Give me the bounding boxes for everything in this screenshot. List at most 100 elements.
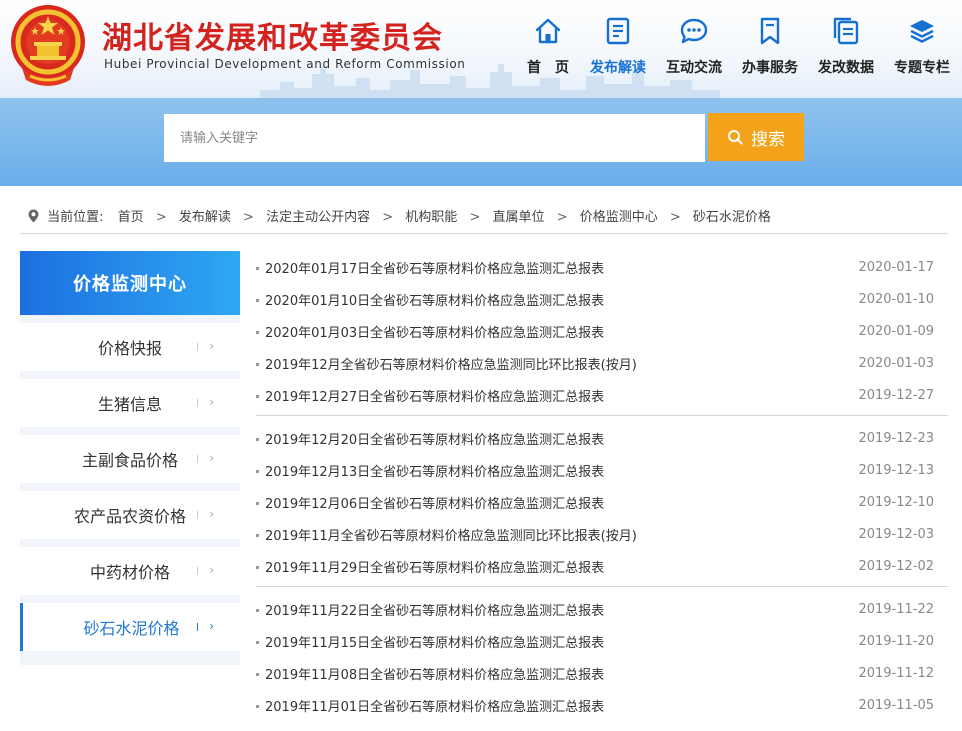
list-item-date: 2019-12-10 <box>858 494 934 510</box>
search-input[interactable] <box>164 114 705 162</box>
list-item[interactable]: 2019年12月全省砂石等原材料价格应急监测同比环比报表(按月) 2020-01… <box>256 347 948 379</box>
list-item-date: 2020-01-03 <box>858 355 934 371</box>
list-item[interactable]: 2019年11月15日全省砂石等原材料价格应急监测汇总报表 2019-11-20 <box>256 625 948 657</box>
nav-item-interaction[interactable]: 互动交流 <box>656 12 732 82</box>
list-item-title[interactable]: 2020年01月10日全省砂石等原材料价格应急监测汇总报表 <box>265 294 604 309</box>
breadcrumb-current[interactable]: 砂石水泥价格 <box>693 210 771 225</box>
nav-label-data: 发改数据 <box>818 60 874 76</box>
list-item[interactable]: 2019年11月29日全省砂石等原材料价格应急监测汇总报表 2019-12-02 <box>256 550 948 582</box>
chevron-right-icon: › <box>209 619 214 633</box>
breadcrumb-separator: > <box>243 210 254 225</box>
breadcrumb-separator: > <box>382 210 394 225</box>
list-item[interactable]: 2019年12月06日全省砂石等原材料价格应急监测汇总报表 2019-12-10 <box>256 486 948 518</box>
sidebar-item-sand-cement-prices[interactable]: 砂石水泥价格 › <box>20 603 240 651</box>
list-item-title[interactable]: 2019年11月08日全省砂石等原材料价格应急监测汇总报表 <box>265 668 604 683</box>
list-item-title[interactable]: 2019年12月全省砂石等原材料价格应急监测同比环比报表(按月) <box>265 358 637 373</box>
location-pin-icon <box>28 209 39 223</box>
nav-label-topics: 专题专栏 <box>894 60 950 76</box>
breadcrumb: 当前位置: 首页 > 发布解读 > 法定主动公开内容 > 机构职能 > 直属单位… <box>20 206 948 234</box>
search-button[interactable]: 搜索 <box>708 113 804 161</box>
list-item[interactable]: 2020年01月10日全省砂石等原材料价格应急监测汇总报表 2020-01-10 <box>256 283 948 315</box>
list-item-date: 2020-01-17 <box>858 259 934 275</box>
breadcrumb-functions[interactable]: 机构职能 <box>405 210 457 225</box>
list-item[interactable]: 2019年12月20日全省砂石等原材料价格应急监测汇总报表 2019-12-23 <box>256 422 948 454</box>
list-group: 2019年12月20日全省砂石等原材料价格应急监测汇总报表 2019-12-23… <box>256 422 948 587</box>
list-item-date: 2019-11-20 <box>858 633 934 649</box>
nav-label-interaction: 互动交流 <box>666 60 722 76</box>
breadcrumb-monitoring-center[interactable]: 价格监测中心 <box>580 210 658 225</box>
list-item-title[interactable]: 2020年01月03日全省砂石等原材料价格应急监测汇总报表 <box>265 326 604 341</box>
chevron-right-icon: › <box>209 339 214 353</box>
list-item-title[interactable]: 2019年11月01日全省砂石等原材料价格应急监测汇总报表 <box>265 700 604 715</box>
list-item[interactable]: 2019年11月全省砂石等原材料价格应急监测同比环比报表(按月) 2019-12… <box>256 518 948 550</box>
sidebar-item-price-bulletin[interactable]: 价格快报 › <box>20 323 240 371</box>
site-header: 湖北省发展和改革委员会 Hubei Provincial Development… <box>0 0 962 98</box>
list-item[interactable]: 2020年01月17日全省砂石等原材料价格应急监测汇总报表 2020-01-17 <box>256 251 948 283</box>
list-item-date: 2019-12-27 <box>858 387 934 403</box>
layers-icon <box>910 20 934 43</box>
list-item-title[interactable]: 2019年11月15日全省砂石等原材料价格应急监测汇总报表 <box>265 636 604 651</box>
breadcrumb-separator: > <box>155 210 167 225</box>
list-item[interactable]: 2019年11月22日全省砂石等原材料价格应急监测汇总报表 2019-11-22 <box>256 593 948 625</box>
bullet <box>256 469 259 473</box>
nav-item-topics[interactable]: 专题专栏 <box>884 12 960 82</box>
bullet <box>256 640 259 644</box>
divider <box>197 455 198 463</box>
sidebar-item-label: 农产品农资价格 <box>73 507 186 526</box>
sidebar-item-label: 主副食品价格 <box>81 451 178 470</box>
list-item[interactable]: 2019年12月27日全省砂石等原材料价格应急监测汇总报表 2019-12-27 <box>256 379 948 411</box>
list-group: 2019年11月22日全省砂石等原材料价格应急监测汇总报表 2019-11-22… <box>256 593 948 725</box>
sidebar-item-label: 砂石水泥价格 <box>83 619 180 638</box>
search-banner: 搜索 <box>0 98 962 186</box>
breadcrumb-units[interactable]: 直属单位 <box>492 210 544 225</box>
search-button-label: 搜索 <box>751 129 785 150</box>
search-icon <box>728 130 743 145</box>
divider <box>197 399 198 407</box>
breadcrumb-releases[interactable]: 发布解读 <box>179 210 231 225</box>
article-list: 2020年01月17日全省砂石等原材料价格应急监测汇总报表 2020-01-17… <box>256 251 948 731</box>
chat-icon <box>680 18 708 44</box>
bullet <box>256 362 259 366</box>
list-item-title[interactable]: 2019年12月27日全省砂石等原材料价格应急监测汇总报表 <box>265 390 604 405</box>
nav-item-services[interactable]: 办事服务 <box>732 12 808 82</box>
nav-item-home[interactable]: 首 页 <box>510 12 586 82</box>
sidebar-item-label: 生猪信息 <box>97 395 162 414</box>
bullet <box>256 608 259 612</box>
sidebar-item-label: 价格快报 <box>97 339 162 358</box>
list-item-date: 2019-11-12 <box>858 665 934 681</box>
list-item-title[interactable]: 2019年11月29日全省砂石等原材料价格应急监测汇总报表 <box>265 561 604 576</box>
nav-item-releases[interactable]: 发布解读 <box>580 12 656 82</box>
list-item[interactable]: 2019年11月08日全省砂石等原材料价格应急监测汇总报表 2019-11-12 <box>256 657 948 689</box>
national-emblem-logo <box>11 5 85 86</box>
chevron-right-icon: › <box>209 507 214 521</box>
nav-label-services: 办事服务 <box>742 60 798 76</box>
list-item-title[interactable]: 2019年12月06日全省砂石等原材料价格应急监测汇总报表 <box>265 497 604 512</box>
nav-item-data[interactable]: 发改数据 <box>808 12 884 82</box>
document-icon <box>606 17 630 45</box>
breadcrumb-public-content[interactable]: 法定主动公开内容 <box>266 210 370 225</box>
list-item[interactable]: 2020年01月03日全省砂石等原材料价格应急监测汇总报表 2020-01-09 <box>256 315 948 347</box>
sidebar-item-food-prices[interactable]: 主副食品价格 › <box>20 435 240 483</box>
bullet <box>256 672 259 676</box>
breadcrumb-separator: > <box>469 210 481 225</box>
bullet <box>256 437 259 441</box>
bullet <box>256 565 259 569</box>
sidebar-item-hog-info[interactable]: 生猪信息 › <box>20 379 240 427</box>
list-item-title[interactable]: 2020年01月17日全省砂石等原材料价格应急监测汇总报表 <box>265 262 604 277</box>
list-item-title[interactable]: 2019年11月全省砂石等原材料价格应急监测同比环比报表(按月) <box>265 529 637 544</box>
list-item-title[interactable]: 2019年12月20日全省砂石等原材料价格应急监测汇总报表 <box>265 433 604 448</box>
data-icon <box>833 17 859 45</box>
list-item[interactable]: 2019年11月01日全省砂石等原材料价格应急监测汇总报表 2019-11-05 <box>256 689 948 721</box>
list-item-date: 2020-01-10 <box>858 291 934 307</box>
list-item-title[interactable]: 2019年12月13日全省砂石等原材料价格应急监测汇总报表 <box>265 465 604 480</box>
breadcrumb-separator: > <box>669 210 681 225</box>
list-item-title[interactable]: 2019年11月22日全省砂石等原材料价格应急监测汇总报表 <box>265 604 604 619</box>
nav-label-home: 首 页 <box>527 60 569 76</box>
list-group: 2020年01月17日全省砂石等原材料价格应急监测汇总报表 2020-01-17… <box>256 251 948 416</box>
sidebar-item-herb-prices[interactable]: 中药材价格 › <box>20 547 240 595</box>
breadcrumb-prefix: 当前位置: <box>47 210 104 225</box>
breadcrumb-home[interactable]: 首页 <box>118 210 144 225</box>
list-item[interactable]: 2019年12月13日全省砂石等原材料价格应急监测汇总报表 2019-12-13 <box>256 454 948 486</box>
chevron-right-icon: › <box>209 563 214 577</box>
sidebar-item-agri-prices[interactable]: 农产品农资价格 › <box>20 491 240 539</box>
